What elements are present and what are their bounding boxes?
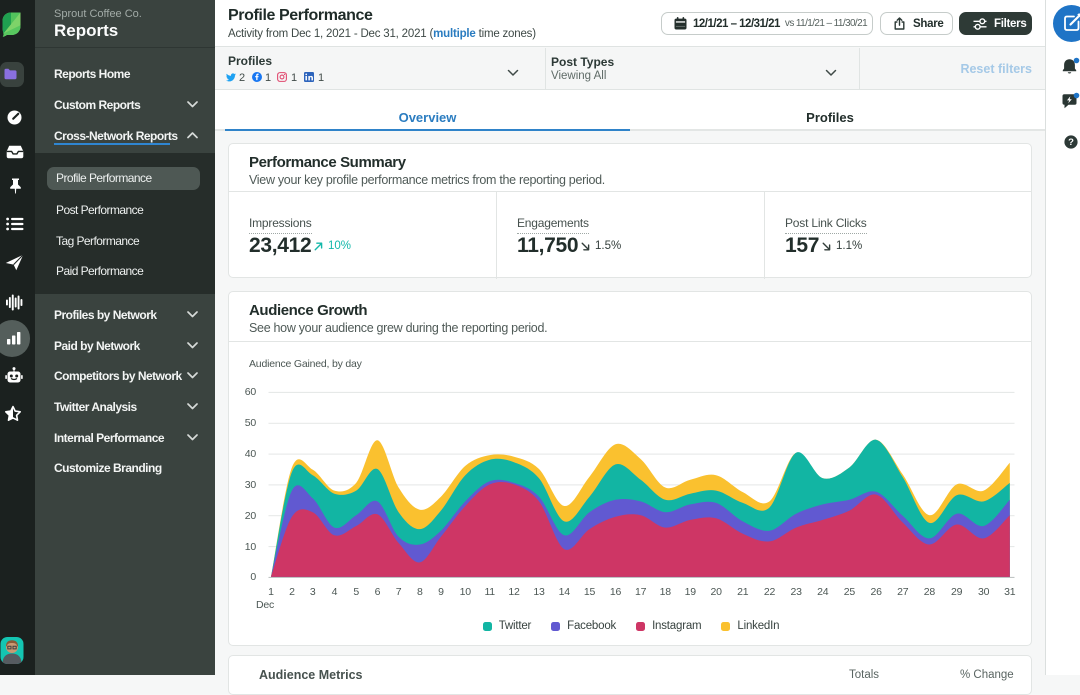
svg-text:?: ? [1068,137,1074,148]
